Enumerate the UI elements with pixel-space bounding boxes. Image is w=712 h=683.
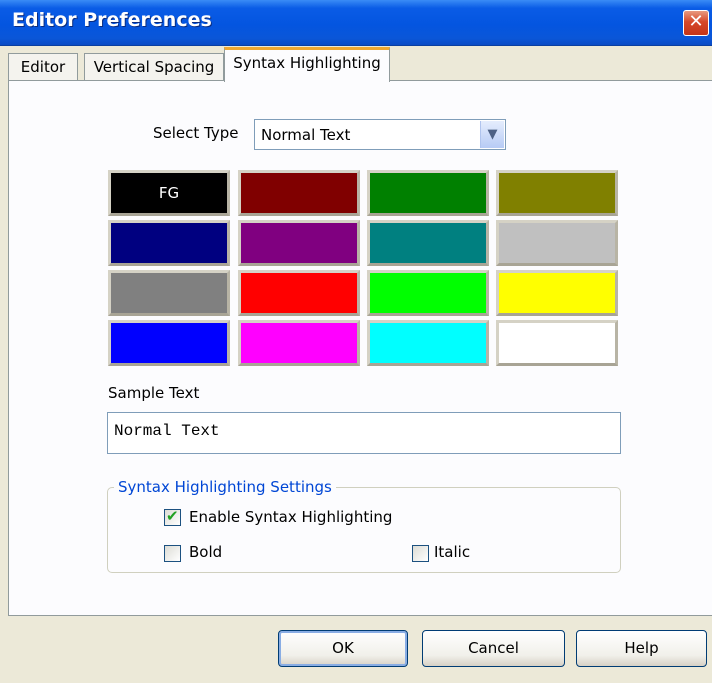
enable-syntax-checkbox[interactable]: ✔ [164,507,181,526]
bold-checkbox[interactable] [164,545,181,562]
color-swatch-8[interactable] [108,270,230,316]
color-swatch-11[interactable] [496,270,618,316]
enable-syntax-label[interactable]: Enable Syntax Highlighting [189,508,392,526]
syntax-settings-legend: Syntax Highlighting Settings [114,478,336,496]
color-swatch-5[interactable] [238,220,360,266]
fg-label: FG [158,184,180,202]
select-type-value: Normal Text [261,126,351,144]
help-button[interactable]: Help [576,630,707,667]
color-swatch-4[interactable] [108,220,230,266]
ok-button[interactable]: OK [278,630,408,667]
sample-text-label: Sample Text [108,384,200,402]
color-swatch-3[interactable] [496,170,618,216]
bold-label[interactable]: Bold [189,543,222,561]
italic-checkbox[interactable] [412,545,429,562]
close-icon: ✕ [688,11,704,32]
chevron-down-icon[interactable]: ▼ [480,121,504,148]
color-swatch-9[interactable] [238,270,360,316]
color-swatch-12[interactable] [108,320,230,366]
syntax-settings-group [107,487,621,573]
tab-vertical-spacing[interactable]: Vertical Spacing [84,53,224,81]
window-title: Editor Preferences [12,9,212,31]
color-swatch-0[interactable]: FG [108,170,230,216]
select-type-dropdown[interactable]: Normal Text ▼ [254,119,506,150]
color-swatch-1[interactable] [238,170,360,216]
title-bar: Editor Preferences ✕ [0,0,712,46]
sample-text-field[interactable]: Normal Text [107,412,621,454]
tab-editor[interactable]: Editor [8,53,78,81]
tab-syntax-highlighting[interactable]: Syntax Highlighting [224,47,390,82]
tab-strip: Editor Vertical Spacing Syntax Highlight… [8,47,708,82]
color-swatch-10[interactable] [367,270,489,316]
select-type-label: Select Type [153,124,239,142]
color-swatch-15[interactable] [496,320,618,366]
close-button[interactable]: ✕ [683,10,709,36]
color-swatch-7[interactable] [496,220,618,266]
color-swatch-13[interactable] [238,320,360,366]
color-swatch-2[interactable] [367,170,489,216]
cancel-button[interactable]: Cancel [422,630,565,667]
color-swatch-6[interactable] [367,220,489,266]
color-swatch-14[interactable] [367,320,489,366]
checkmark-icon: ✔ [166,507,179,525]
italic-label[interactable]: Italic [434,543,470,561]
sample-text-value: Normal Text [114,422,220,440]
